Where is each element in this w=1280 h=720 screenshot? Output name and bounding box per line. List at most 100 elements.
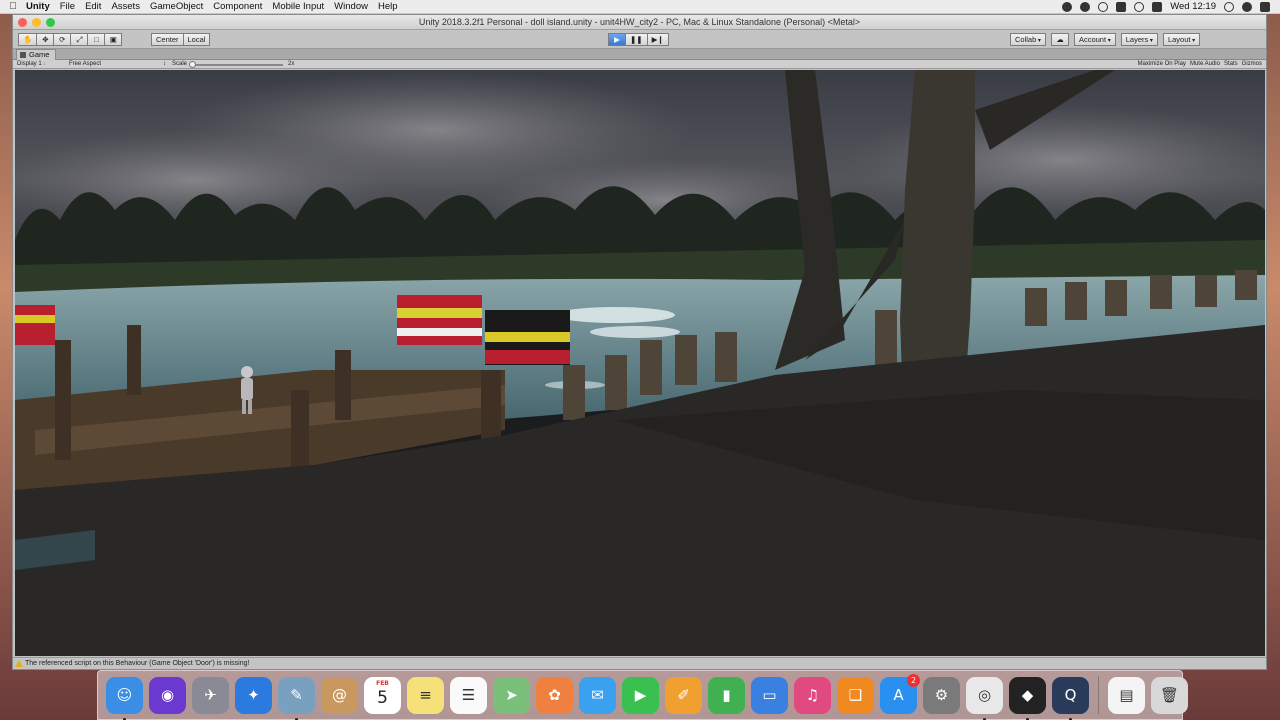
pages-icon[interactable]: ✐ — [665, 676, 702, 714]
quicktime-icon[interactable]: Q — [1052, 676, 1089, 720]
preview-icon[interactable]: ✎ — [278, 676, 315, 720]
layers-dropdown[interactable]: Layers — [1120, 33, 1158, 46]
notification-center-icon[interactable] — [1260, 1, 1270, 12]
game-tab-row: Game — [13, 49, 1266, 60]
unity-icon[interactable]: ◆ — [1009, 676, 1046, 720]
record-icon[interactable] — [1062, 1, 1073, 12]
tab-game[interactable]: Game — [16, 49, 57, 60]
finder-icon[interactable]: ☺ — [106, 676, 143, 720]
menu-bar:  Unity File Edit Assets GameObject Comp… — [0, 0, 1280, 14]
hand-tool-icon[interactable]: ✋ — [18, 33, 38, 46]
photos-icon[interactable]: ✿ — [536, 676, 573, 714]
transform-tool-icon[interactable]: ▣ — [104, 33, 123, 46]
unity-toolbar: ✋ ✥ ⟳ ⤢ □ ▣ Center Local ▶ ❚❚ ▶❙ Collab … — [13, 30, 1266, 49]
menu-component[interactable]: Component — [213, 1, 270, 12]
scale-tool-icon[interactable]: ⤢ — [70, 33, 89, 46]
creative-cloud-icon[interactable] — [1080, 1, 1091, 12]
display-dropdown[interactable]: Display 1 — [17, 61, 46, 68]
notes-icon-glyph: ≡ — [419, 686, 432, 704]
menu-edit[interactable]: Edit — [85, 1, 109, 12]
maximize-on-play-toggle[interactable]: Maximize On Play — [1138, 61, 1186, 68]
appstore-icon-glyph: A — [893, 686, 904, 704]
spotlight-search-icon[interactable] — [1224, 1, 1234, 12]
mute-audio-toggle[interactable]: Mute Audio — [1190, 61, 1220, 68]
scale-slider-handle[interactable] — [189, 61, 196, 68]
menu-gameobject[interactable]: GameObject — [150, 1, 211, 12]
numbers-icon[interactable]: ▮ — [708, 676, 745, 714]
books-icon[interactable]: ❑ — [837, 676, 874, 714]
step-button[interactable]: ▶❙ — [646, 33, 669, 46]
trash-icon[interactable]: 🗑 — [1151, 676, 1188, 714]
layout-label: Layout — [1167, 35, 1191, 44]
collab-button[interactable]: Collab — [1010, 33, 1046, 46]
sync-icon[interactable] — [1098, 1, 1109, 12]
books-icon-glyph: ❑ — [848, 686, 863, 704]
aspect-dropdown[interactable]: Free Aspect — [69, 61, 101, 68]
close-button[interactable] — [18, 18, 27, 27]
messages-icon[interactable]: ✉ — [579, 676, 616, 714]
playmode-controls: ▶ ❚❚ ▶❙ — [608, 33, 669, 46]
stats-toggle[interactable]: Stats — [1224, 61, 1238, 68]
chrome-icon[interactable]: ◎ — [966, 676, 1003, 720]
apple-menu-icon[interactable]:  — [0, 1, 26, 12]
warning-icon — [15, 660, 23, 667]
window-title: Unity 2018.3.2f1 Personal - doll island.… — [418, 17, 861, 27]
account-dropdown[interactable]: Account — [1073, 33, 1116, 46]
battery-icon[interactable] — [1152, 1, 1163, 12]
airplay-icon[interactable] — [1116, 1, 1127, 12]
window-titlebar[interactable]: Unity 2018.3.2f1 Personal - doll island.… — [13, 15, 1266, 30]
cloud-icon[interactable]: ☁ — [1050, 33, 1069, 46]
keynote-icon[interactable]: ▭ — [751, 676, 788, 714]
safari-icon-glyph: ✦ — [247, 686, 260, 704]
wifi-icon[interactable] — [1134, 1, 1145, 12]
pivot-local-label: Local — [187, 35, 206, 44]
move-tool-icon[interactable]: ✥ — [36, 33, 55, 46]
trash-icon-glyph: 🗑 — [1159, 686, 1180, 704]
jpeg-file-icon[interactable]: ▤ — [1108, 676, 1145, 714]
menu-app-unity[interactable]: Unity — [26, 1, 58, 12]
launchpad-icon-glyph: ✈ — [204, 686, 217, 704]
keynote-icon-glyph: ▭ — [762, 686, 777, 704]
right-toolbar: Collab ☁ Account Layers Layout — [1010, 33, 1201, 46]
menu-assets[interactable]: Assets — [111, 1, 148, 12]
aspect-chevron-icon: ↕ — [163, 61, 166, 67]
launchpad-icon[interactable]: ✈ — [192, 676, 229, 714]
game-scene — [15, 70, 1265, 656]
siri-icon[interactable]: ◉ — [149, 676, 186, 714]
siri-icon-glyph: ◉ — [160, 686, 175, 704]
minimize-button[interactable] — [32, 18, 41, 27]
play-button[interactable]: ▶ — [608, 33, 626, 46]
pivot-center-button[interactable]: Center — [151, 33, 184, 46]
account-label: Account — [1078, 35, 1107, 44]
zoom-button[interactable] — [46, 18, 55, 27]
menu-window[interactable]: Window — [334, 1, 376, 12]
pivot-local-button[interactable]: Local — [182, 33, 211, 46]
pause-button[interactable]: ❚❚ — [625, 33, 648, 46]
notes-icon[interactable]: ≡ — [407, 676, 444, 714]
gizmos-dropdown[interactable]: Gizmos — [1242, 61, 1262, 68]
siri-menu-icon[interactable] — [1242, 1, 1252, 12]
menubar-clock[interactable]: Wed 12:19 — [1170, 1, 1216, 12]
console-status-bar[interactable]: The referenced script on this Behaviour … — [13, 657, 1266, 669]
pages-icon-glyph: ✐ — [677, 686, 690, 704]
tab-game-label: Game — [29, 50, 50, 59]
reminders-icon[interactable]: ☰ — [450, 676, 487, 714]
calendar-icon[interactable]: FEB 5 — [364, 676, 401, 714]
safari-icon[interactable]: ✦ — [235, 676, 272, 714]
menu-file[interactable]: File — [60, 1, 83, 12]
scale-slider-track[interactable] — [191, 64, 283, 66]
layout-dropdown[interactable]: Layout — [1162, 33, 1201, 46]
rect-tool-icon[interactable]: □ — [87, 33, 106, 46]
menu-mobile-input[interactable]: Mobile Input — [272, 1, 332, 12]
game-view-controls: Display 1 Free Aspect ↕ Scale 2x Maximiz… — [13, 60, 1266, 69]
itunes-icon-glyph: ♫ — [805, 686, 820, 704]
rotate-tool-icon[interactable]: ⟳ — [53, 33, 72, 46]
facetime-icon[interactable]: ▶ — [622, 676, 659, 714]
game-viewport[interactable] — [15, 70, 1265, 656]
appstore-icon[interactable]: A2 — [880, 673, 920, 714]
maps-icon[interactable]: ➤ — [493, 676, 530, 714]
system-preferences-icon[interactable]: ⚙ — [923, 676, 960, 714]
contacts-icon[interactable]: @ — [321, 676, 358, 714]
menu-help[interactable]: Help — [378, 1, 406, 12]
itunes-icon[interactable]: ♫ — [794, 676, 831, 714]
